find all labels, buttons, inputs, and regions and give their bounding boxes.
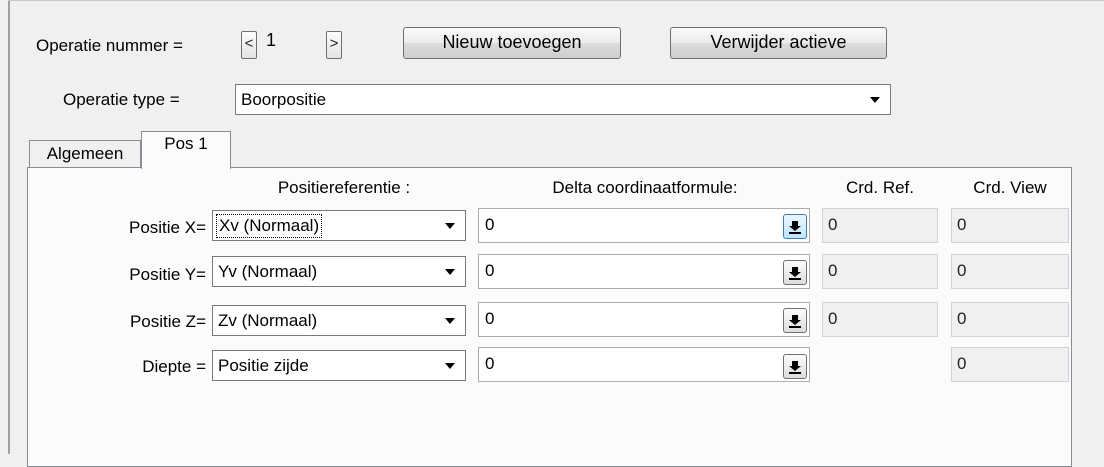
delete-active-button[interactable]: Verwijder actieve: [670, 27, 887, 59]
chevron-down-icon: [445, 363, 455, 369]
reference-value-x: Xv (Normaal): [216, 214, 323, 238]
crd-ref-value-x: 0: [828, 215, 838, 234]
column-header-delta-formula: Delta coordinaatformule:: [552, 178, 738, 197]
prev-operation-button[interactable]: <: [241, 31, 257, 59]
column-header-crd-ref: Crd. Ref.: [845, 178, 915, 197]
crd-view-value-depth: 0: [957, 354, 967, 373]
arrow-down-bar-icon: [789, 315, 801, 328]
reference-select-x[interactable]: Xv (Normaal): [212, 210, 466, 241]
operation-type-label: Operatie type =: [63, 90, 180, 109]
formula-input-y[interactable]: 0: [478, 254, 810, 289]
operation-type-value: Boorpositie: [241, 90, 327, 109]
window-frame-left: [8, 0, 10, 454]
add-new-button[interactable]: Nieuw toevoegen: [403, 27, 621, 59]
formula-value-x: 0: [485, 215, 495, 234]
chevron-down-icon: [445, 269, 455, 275]
crd-ref-field-z: 0: [822, 302, 938, 337]
arrow-down-bar-icon: [789, 267, 801, 280]
column-header-position-reference: Positiereferentie :: [277, 178, 411, 197]
reference-select-y[interactable]: Yv (Normaal): [212, 256, 466, 287]
formula-button-depth[interactable]: [783, 354, 807, 379]
reference-select-depth[interactable]: Positie zijde: [212, 350, 466, 381]
tab-pos1[interactable]: Pos 1: [141, 131, 231, 169]
crd-view-field-x: 0: [951, 208, 1069, 243]
crd-view-value-z: 0: [957, 309, 967, 328]
crd-view-field-z: 0: [951, 302, 1069, 337]
window-frame-top: [8, 0, 1104, 1]
crd-view-value-x: 0: [957, 215, 967, 234]
chevron-down-icon: [445, 318, 455, 324]
chevron-down-icon: [445, 223, 455, 229]
chevron-down-icon: [870, 97, 880, 103]
crd-view-value-y: 0: [957, 261, 967, 280]
formula-button-z[interactable]: [783, 308, 807, 333]
arrow-down-bar-icon: [789, 361, 801, 374]
crd-ref-value-y: 0: [828, 261, 838, 280]
reference-value-depth: Positie zijde: [218, 356, 309, 375]
operation-type-select[interactable]: Boorpositie: [235, 84, 891, 115]
next-operation-button[interactable]: >: [326, 31, 342, 59]
formula-input-z[interactable]: 0: [478, 302, 810, 337]
crd-ref-value-z: 0: [828, 309, 838, 328]
formula-button-y[interactable]: [783, 260, 807, 285]
crd-ref-field-y: 0: [822, 254, 938, 289]
formula-input-x[interactable]: 0: [478, 208, 810, 243]
row-label-positie-y: Positie Y=: [129, 265, 206, 284]
operation-number-label: Operatie nummer =: [36, 36, 183, 55]
reference-value-y: Yv (Normaal): [218, 262, 318, 281]
formula-value-depth: 0: [485, 354, 495, 373]
column-header-crd-view: Crd. View: [973, 178, 1047, 197]
reference-value-z: Zv (Normaal): [218, 311, 318, 330]
formula-button-x[interactable]: [783, 214, 807, 239]
row-label-positie-z: Positie Z=: [129, 312, 206, 331]
crd-view-field-y: 0: [951, 254, 1069, 289]
crd-view-field-depth: 0: [951, 347, 1069, 382]
crd-ref-field-x: 0: [822, 208, 938, 243]
formula-value-y: 0: [485, 261, 495, 280]
formula-input-depth[interactable]: 0: [478, 347, 810, 382]
arrow-down-bar-icon: [789, 221, 801, 234]
formula-value-z: 0: [485, 309, 495, 328]
tab-algemeen[interactable]: Algemeen: [29, 140, 141, 167]
row-label-positie-x: Positie X=: [128, 218, 206, 237]
row-label-diepte: Diepte =: [142, 357, 206, 376]
reference-select-z[interactable]: Zv (Normaal): [212, 305, 466, 336]
operation-number-value: 1: [266, 30, 277, 50]
